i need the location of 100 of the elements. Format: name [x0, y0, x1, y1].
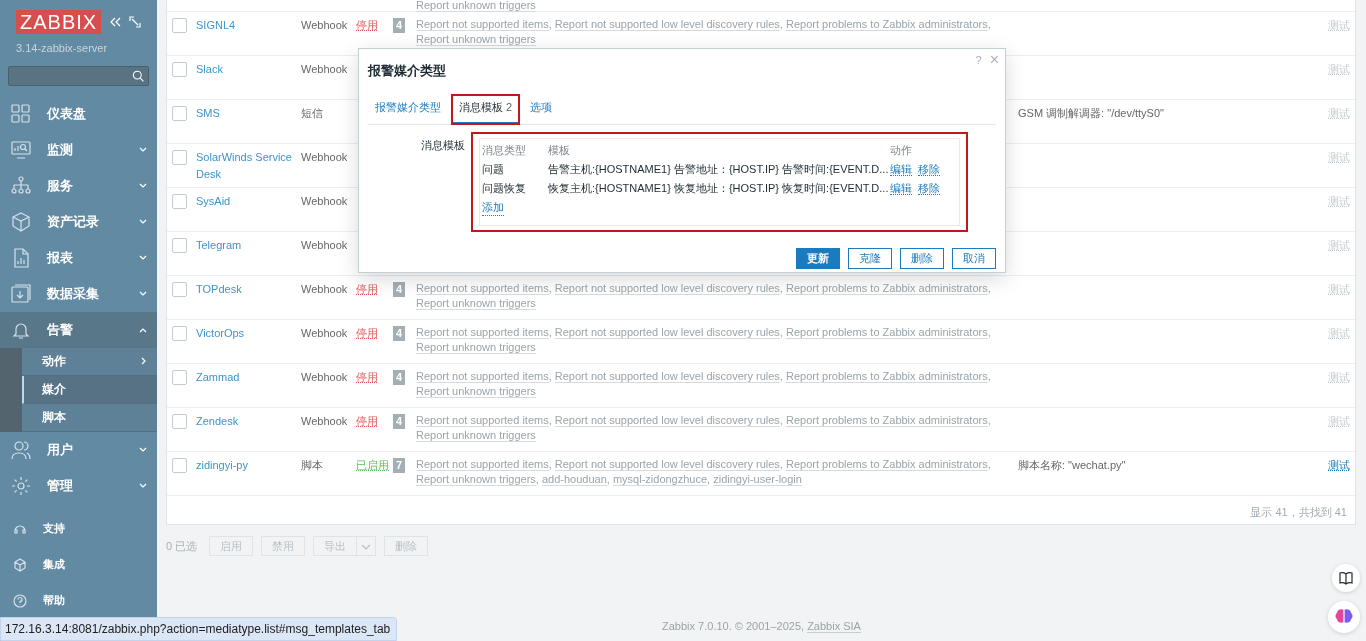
action-link[interactable]: Report not supported items — [416, 282, 549, 295]
action-link[interactable]: Report unknown triggers — [416, 0, 536, 12]
media-name-link[interactable]: zidingyi-py — [196, 457, 248, 474]
action-link[interactable]: Report unknown triggers — [416, 385, 536, 398]
dialog-button[interactable]: 取消 — [952, 248, 996, 269]
media-name-link[interactable]: SIGNL4 — [196, 17, 236, 34]
status-link[interactable]: 停用 — [356, 371, 378, 383]
action-link[interactable]: Report unknown triggers — [416, 429, 536, 442]
checkbox[interactable] — [172, 62, 187, 77]
checkbox[interactable] — [172, 150, 187, 165]
users-icon — [11, 439, 31, 460]
checkbox[interactable] — [172, 282, 187, 297]
menu-item[interactable]: 集成 — [0, 549, 157, 580]
separator-comma: , — [779, 370, 783, 382]
action-link[interactable]: Report unknown triggers — [416, 341, 536, 354]
menu-item[interactable]: 仪表盘 — [0, 95, 157, 132]
menu-item[interactable]: 报表 — [0, 239, 157, 276]
submenu-item[interactable]: 媒介 — [22, 375, 157, 404]
menu-item[interactable]: 数据采集 — [0, 275, 157, 312]
action-link[interactable]: Report problems to Zabbix administrators — [785, 326, 988, 339]
action-link[interactable]: zidingyi-user-login — [713, 473, 802, 486]
status-link[interactable]: 停用 — [356, 19, 378, 31]
checkbox[interactable] — [172, 238, 187, 253]
menu-label: 集成 — [43, 557, 65, 573]
checkbox[interactable] — [172, 414, 187, 429]
status-link[interactable]: 停用 — [356, 283, 378, 295]
action-link[interactable]: Report not supported items — [416, 326, 549, 339]
menu-item[interactable]: 告警 — [0, 311, 157, 348]
menu-item[interactable]: 资产记录 — [0, 203, 157, 240]
checkbox[interactable] — [172, 326, 187, 341]
action-link[interactable]: 编辑 — [890, 182, 912, 196]
column-header: 消息类型 — [482, 143, 527, 159]
dialog-button[interactable]: 更新 — [796, 248, 840, 269]
url-tooltip: 172.16.3.14:8081/zabbix.php?action=mediatype.list#msg_templates_tab — [0, 617, 398, 641]
media-name-link[interactable]: Slack — [196, 61, 223, 78]
action-link[interactable]: mysql-zidongzhuce — [612, 473, 708, 486]
menu-item[interactable]: 管理 — [0, 467, 157, 504]
menu-item[interactable]: 服务 — [0, 167, 157, 204]
action-link[interactable]: 移除 — [918, 163, 940, 177]
action-link[interactable]: Report not supported low level discovery rules — [554, 370, 780, 383]
help-button[interactable]: ? — [975, 52, 982, 69]
separator-comma: , — [535, 473, 539, 485]
action-link[interactable]: Report not supported low level discovery rules — [554, 18, 780, 31]
action-link[interactable]: Report not supported items — [416, 18, 549, 31]
tab[interactable]: 选项 — [523, 94, 560, 124]
action-link[interactable]: Report unknown triggers — [416, 473, 536, 486]
action-link[interactable]: Report not supported low level discovery rules — [554, 458, 780, 471]
media-name-link[interactable]: Zammad — [196, 369, 240, 386]
action-link[interactable]: Report unknown triggers — [416, 297, 536, 310]
media-name-link[interactable]: SolarWinds Service Desk — [196, 149, 295, 182]
checkbox[interactable] — [172, 106, 187, 121]
action-link[interactable]: Report not supported items — [416, 458, 549, 471]
separator-comma: , — [548, 458, 552, 470]
submenu-item[interactable]: 脚本 — [22, 403, 157, 432]
action-link[interactable]: Report problems to Zabbix administrators — [785, 370, 988, 383]
action-link[interactable]: Report problems to Zabbix administrators — [785, 18, 988, 31]
menu-item[interactable]: 用户 — [0, 431, 157, 468]
tab[interactable]: 消息模板 2 — [452, 94, 520, 124]
footer-link[interactable]: Zabbix SIA — [807, 620, 861, 633]
media-name-link[interactable]: SysAid — [196, 193, 231, 210]
docs-button[interactable] — [1332, 564, 1360, 592]
add-link[interactable]: 添加 — [482, 198, 504, 217]
menu-item[interactable]: 支持 — [0, 513, 157, 544]
status-link[interactable]: 停用 — [356, 415, 378, 427]
close-button[interactable]: × — [989, 52, 999, 69]
action-link[interactable]: Report not supported low level discovery rules — [554, 414, 780, 427]
dialog-button[interactable]: 删除 — [900, 248, 944, 269]
action-link[interactable]: 编辑 — [890, 163, 912, 177]
status-link[interactable]: 已启用 — [356, 459, 389, 471]
action-link[interactable]: Report not supported low level discovery rules — [554, 282, 780, 295]
assistant-button[interactable] — [1328, 601, 1360, 633]
checkbox[interactable] — [172, 370, 187, 385]
tab[interactable]: 报警媒介类型 — [368, 94, 448, 124]
action-link[interactable]: Report not supported items — [416, 414, 549, 427]
action-link[interactable]: Report not supported items — [416, 370, 549, 383]
action-link[interactable]: Report problems to Zabbix administrators — [785, 458, 988, 471]
action-link[interactable]: Report problems to Zabbix administrators — [785, 282, 988, 295]
separator-comma: , — [779, 326, 783, 338]
action-link[interactable]: Report not supported low level discovery rules — [554, 326, 780, 339]
action-link[interactable]: add-houduan — [541, 473, 607, 486]
submenu-item[interactable]: 动作 — [22, 347, 157, 376]
menu-item[interactable]: 监测 — [0, 131, 157, 168]
menu-item[interactable]: 帮助 — [0, 585, 157, 616]
test-link[interactable]: 测试 — [1328, 459, 1350, 471]
dialog-button[interactable]: 克隆 — [848, 248, 892, 269]
checkbox[interactable] — [172, 194, 187, 209]
status-link[interactable]: 停用 — [356, 327, 378, 339]
action-link[interactable]: 移除 — [918, 182, 940, 196]
separator-comma: , — [779, 282, 783, 294]
media-name-link[interactable]: TOPdesk — [196, 281, 242, 298]
media-name-link[interactable]: SMS — [196, 105, 220, 122]
action-link[interactable]: Report problems to Zabbix administrators — [785, 414, 988, 427]
search-field[interactable] — [8, 65, 149, 86]
checkbox[interactable] — [172, 18, 187, 33]
media-name-link[interactable]: Telegram — [196, 237, 242, 254]
checkbox[interactable] — [172, 458, 187, 473]
media-name-link[interactable]: VictorOps — [196, 325, 245, 342]
media-name-link[interactable]: Zendesk — [196, 413, 239, 430]
separator-comma: , — [548, 414, 552, 426]
action-link[interactable]: Report unknown triggers — [416, 33, 536, 46]
